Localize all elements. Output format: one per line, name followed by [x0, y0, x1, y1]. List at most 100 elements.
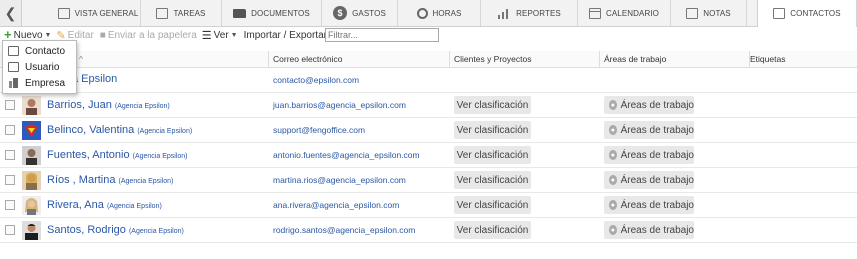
menu-item-label: Contacto — [25, 45, 66, 57]
row-checkbox[interactable] — [5, 200, 15, 210]
table-row[interactable]: Belinco, Valentina (Agencia Epsilon) sup… — [0, 118, 857, 143]
column-header-clients[interactable]: Clientes y Proyectos — [454, 54, 531, 64]
contact-email[interactable]: contacto@epsilon.com — [273, 75, 359, 85]
tab-gastos[interactable]: $ Gastos — [322, 0, 398, 26]
contact-name[interactable]: Ríos , Martina (Agencia Epsilon) — [47, 174, 173, 186]
contact-name[interactable]: a Epsilon — [72, 73, 117, 85]
new-button[interactable]: + Nuevo ▼ — [4, 27, 52, 42]
tab-label: Tareas — [173, 8, 206, 18]
avatar — [22, 171, 41, 190]
column-header-email[interactable]: Correo electrónico — [273, 54, 342, 64]
tab-vista-general[interactable]: Vista general — [56, 0, 141, 26]
row-checkbox[interactable] — [5, 225, 15, 235]
contact-email[interactable]: ana.rivera@agencia_epsilon.com — [273, 200, 399, 210]
notes-icon — [686, 7, 699, 19]
contact-name[interactable]: Fuentes, Antonio (Agencia Epsilon) — [47, 149, 188, 161]
chevron-down-icon: ▼ — [44, 31, 52, 39]
workspaces-button[interactable]: ● Áreas de trabajo — [604, 171, 694, 189]
contacts-icon — [773, 8, 786, 19]
chevron-down-icon: ▼ — [230, 31, 238, 39]
folder-icon — [233, 8, 247, 18]
view-classification-button[interactable]: Ver clasificación — [454, 171, 531, 189]
tab-label: Calendario — [605, 8, 659, 18]
contact-email[interactable]: rodrigo.santos@agencia_epsilon.com — [273, 225, 415, 235]
tasks-icon — [156, 7, 169, 19]
workspace-icon: ● — [609, 225, 617, 235]
contact-name[interactable]: Rivera, Ana (Agencia Epsilon) — [47, 199, 162, 211]
calendar-icon — [588, 7, 601, 19]
table-row[interactable]: Ríos , Martina (Agencia Epsilon) martina… — [0, 168, 857, 193]
avatar — [22, 96, 41, 115]
tab-contactos[interactable]: Contactos — [757, 0, 857, 27]
import-export-label: Importar / Exportar — [243, 29, 327, 41]
avatar — [22, 121, 41, 140]
workspace-icon: ● — [609, 100, 617, 110]
workspaces-button[interactable]: ● Áreas de trabajo — [604, 121, 694, 139]
tab-label: Contactos — [790, 9, 841, 18]
view-label: Ver — [213, 29, 229, 41]
tab-reportes[interactable]: Reportes — [481, 0, 578, 26]
view-classification-button[interactable]: Ver clasificación — [454, 121, 531, 139]
row-checkbox[interactable] — [5, 150, 15, 160]
trash-label: Enviar a la papelera — [107, 29, 197, 41]
tab-label: Gastos — [352, 8, 386, 18]
view-classification-button[interactable]: Ver clasificación — [454, 146, 531, 164]
menu-item-contacto[interactable]: Contacto — [3, 43, 76, 59]
contact-name[interactable]: Barrios, Juan (Agencia Epsilon) — [47, 99, 170, 111]
tab-tareas[interactable]: Tareas — [141, 0, 222, 26]
tab-label: Notas — [703, 8, 731, 18]
workspaces-button[interactable]: ● Áreas de trabajo — [604, 221, 694, 239]
table-row[interactable]: Fuentes, Antonio (Agencia Epsilon) anton… — [0, 143, 857, 168]
workspace-icon: ● — [609, 200, 617, 210]
sort-arrow-icon[interactable]: ^ — [79, 54, 83, 64]
dollar-icon: $ — [333, 6, 348, 20]
avatar — [22, 196, 41, 215]
workspaces-button[interactable]: ● Áreas de trabajo — [604, 196, 694, 214]
grid-header: ^ Correo electrónico Clientes y Proyecto… — [0, 51, 857, 68]
view-button[interactable]: ☰ Ver ▼ — [202, 29, 238, 42]
row-checkbox[interactable] — [5, 175, 15, 185]
workspaces-button[interactable]: ● Áreas de trabajo — [604, 146, 694, 164]
table-row[interactable]: Rivera, Ana (Agencia Epsilon) ana.rivera… — [0, 193, 857, 218]
menu-item-empresa[interactable]: Empresa — [3, 75, 76, 91]
plus-icon: + — [4, 27, 12, 42]
table-row[interactable]: a Epsilon contacto@epsilon.com — [0, 68, 857, 93]
table-row[interactable]: Barrios, Juan (Agencia Epsilon) juan.bar… — [0, 93, 857, 118]
contact-email[interactable]: martina.rios@agencia_epsilon.com — [273, 175, 406, 185]
tab-notas[interactable]: Notas — [671, 0, 747, 26]
new-dropdown-menu: Contacto Usuario Empresa — [2, 40, 77, 94]
row-checkbox[interactable] — [5, 125, 15, 135]
contact-name[interactable]: Santos, Rodrigo (Agencia Epsilon) — [47, 224, 184, 236]
view-classification-button[interactable]: Ver clasificación — [454, 96, 531, 114]
menu-item-label: Empresa — [25, 77, 66, 89]
view-classification-button[interactable]: Ver clasificación — [454, 221, 531, 239]
tab-documentos[interactable]: Documentos — [222, 0, 322, 26]
workspaces-button[interactable]: ● Áreas de trabajo — [604, 96, 694, 114]
contact-email[interactable]: support@fengoffice.com — [273, 125, 365, 135]
bar-chart-icon — [497, 8, 511, 19]
tab-calendario[interactable]: Calendario — [578, 0, 671, 26]
tab-horas[interactable]: Horas — [398, 0, 481, 26]
back-arrow-icon[interactable]: ❮ — [0, 0, 22, 26]
column-header-areas[interactable]: Áreas de trabajo — [604, 54, 666, 64]
trash-icon: ■ — [99, 29, 106, 41]
edit-label: Editar — [67, 29, 94, 41]
tab-label: Horas — [432, 8, 462, 18]
contact-name[interactable]: Belinco, Valentina (Agencia Epsilon) — [47, 124, 192, 136]
menu-item-usuario[interactable]: Usuario — [3, 59, 76, 75]
tab-label: Reportes — [516, 8, 561, 18]
table-row[interactable]: Santos, Rodrigo (Agencia Epsilon) rodrig… — [0, 218, 857, 243]
view-classification-button[interactable]: Ver clasificación — [454, 196, 531, 214]
module-tab-bar: ❮ Vista general Tareas Documentos $ Gast… — [0, 0, 857, 27]
menu-item-label: Usuario — [25, 61, 60, 73]
column-header-tags[interactable]: Etiquetas — [750, 54, 785, 64]
workspace-icon: ● — [609, 125, 617, 135]
filter-input[interactable] — [325, 28, 439, 42]
contact-email[interactable]: juan.barrios@agencia_epsilon.com — [273, 100, 406, 110]
row-checkbox[interactable] — [5, 100, 15, 110]
tab-label: Documentos — [251, 8, 310, 18]
list-icon: ☰ — [201, 29, 212, 42]
contact-email[interactable]: antonio.fuentes@agencia_epsilon.com — [273, 150, 420, 160]
import-export-button[interactable]: Importar / Exportar ▼ — [244, 30, 336, 41]
trash-button[interactable]: ■ Enviar a la papelera — [100, 30, 197, 41]
